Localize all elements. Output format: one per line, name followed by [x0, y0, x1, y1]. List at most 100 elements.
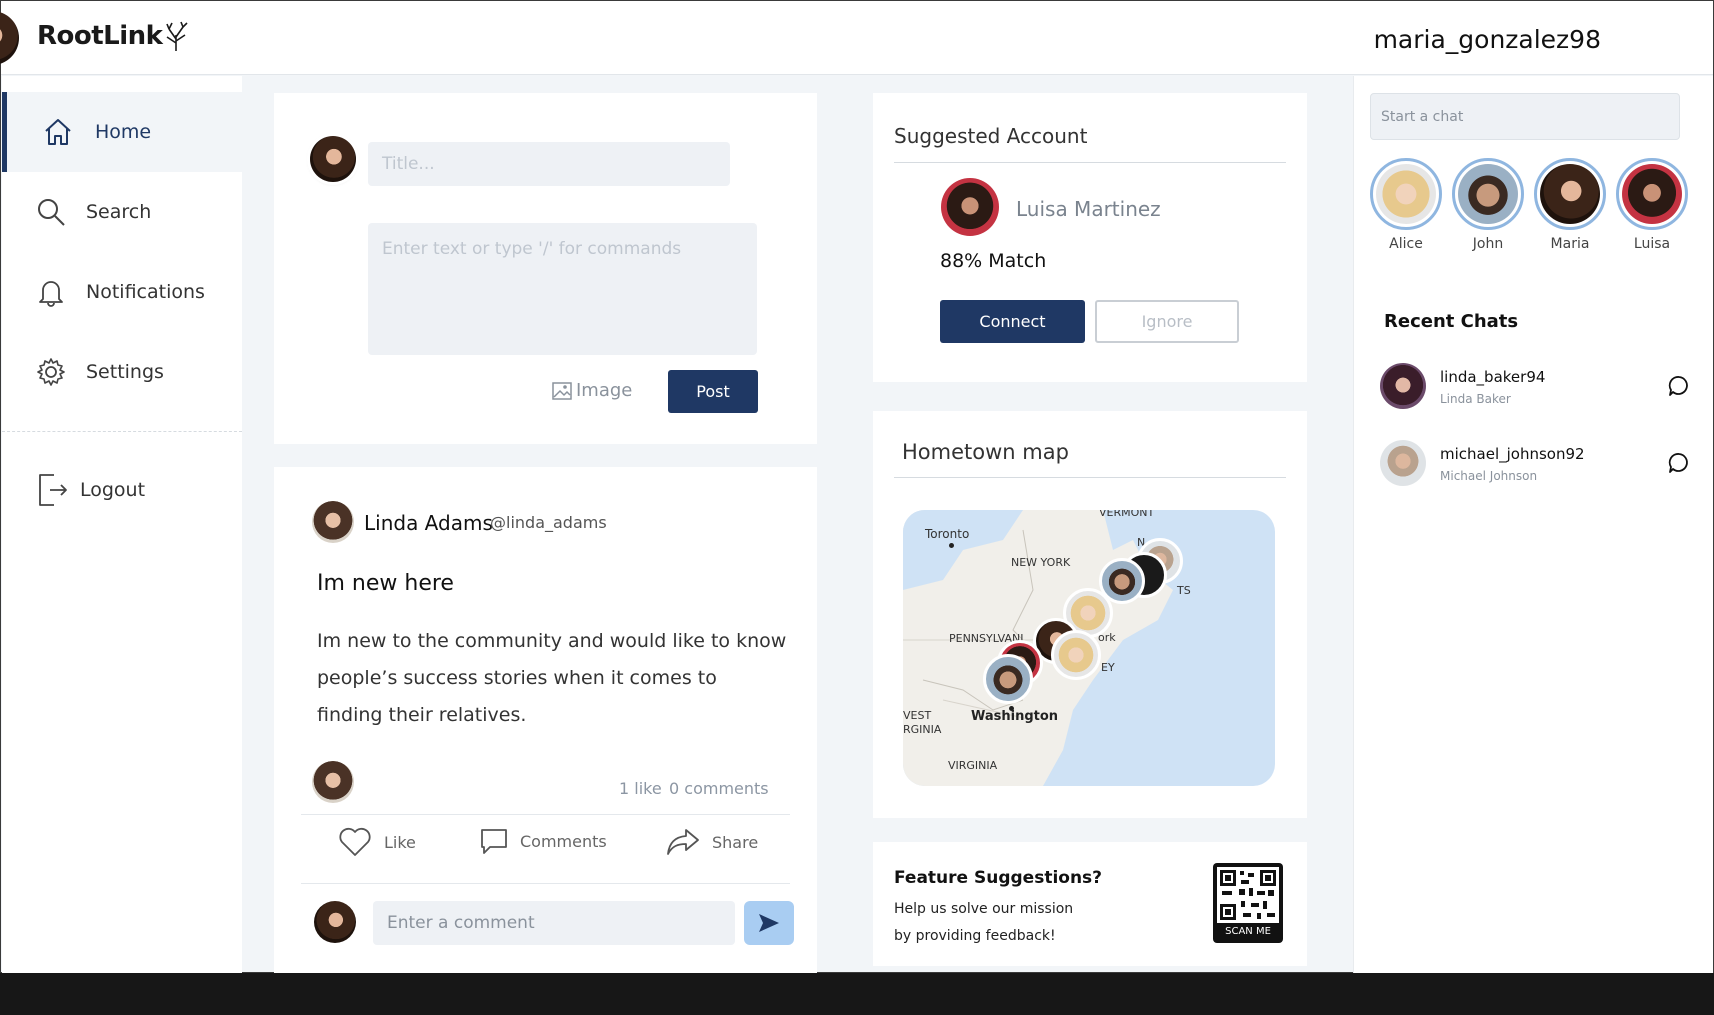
image-label: Image	[576, 380, 633, 401]
divider	[301, 883, 790, 884]
sidebar-item-settings[interactable]: Settings	[2, 332, 242, 412]
story-name: Alice	[1389, 236, 1423, 252]
map-user-pin[interactable]	[1051, 630, 1101, 680]
city-dot	[1009, 706, 1014, 711]
sidebar-item-label: Settings	[86, 361, 164, 383]
commenter-avatar	[314, 901, 356, 943]
post-body: Im new to the community and would like t…	[317, 630, 787, 726]
current-username[interactable]: maria_gonzalez98	[1374, 25, 1601, 54]
comment-input[interactable]: Enter a comment	[373, 901, 735, 945]
connect-button[interactable]: Connect	[940, 300, 1085, 343]
post-composer: Title... Enter text or type '/' for comm…	[274, 93, 817, 444]
sidebar-item-label: Notifications	[86, 281, 205, 303]
divider	[894, 477, 1286, 478]
image-icon	[552, 381, 572, 400]
feedback-card: Feature Suggestions? Help us solve our m…	[873, 842, 1307, 966]
story-john[interactable]: John	[1452, 158, 1524, 252]
story-ring	[1616, 158, 1688, 230]
start-chat-input[interactable]: Start a chat	[1370, 93, 1680, 140]
avatar	[1622, 164, 1682, 224]
story-alice[interactable]: Alice	[1370, 158, 1442, 252]
chat-row[interactable]: linda_baker94 Linda Baker	[1380, 363, 1690, 413]
divider	[301, 814, 790, 815]
comment-count[interactable]: 0 comments	[669, 779, 769, 798]
body-textarea[interactable]: Enter text or type '/' for commands	[368, 223, 757, 355]
sidebar-item-home[interactable]: Home	[2, 92, 242, 172]
map-user-pin[interactable]	[983, 654, 1033, 704]
comment-icon	[481, 829, 507, 854]
tree-icon	[166, 21, 189, 51]
top-header: RootLink maria_gonzalez98	[0, 1, 1713, 75]
heart-icon	[339, 827, 371, 856]
feedback-line2: by providing feedback!	[894, 928, 1056, 944]
share-button[interactable]: Share	[666, 827, 758, 857]
sidebar-divider	[2, 431, 242, 432]
map-label: VIRGINIA	[948, 759, 998, 772]
story-luisa[interactable]: Luisa	[1616, 158, 1688, 252]
add-image-button[interactable]: Image	[552, 380, 632, 401]
city-dot	[949, 543, 954, 548]
map-label: Toronto	[925, 527, 970, 541]
avatar	[1540, 164, 1600, 224]
ignore-button[interactable]: Ignore	[1095, 300, 1239, 343]
bell-icon	[39, 281, 63, 307]
author-avatar[interactable]	[312, 501, 354, 543]
send-icon	[759, 914, 779, 932]
map-title: Hometown map	[902, 440, 1069, 464]
bottom-bar	[0, 973, 1714, 1015]
map-label: VEST	[903, 709, 932, 722]
suggested-avatar[interactable]	[941, 178, 999, 236]
hometown-map-card: Hometown map Toronto VERMONT NEW YORK PE…	[873, 411, 1307, 818]
logout-label: Logout	[80, 479, 146, 501]
chat-bubble-icon[interactable]	[1668, 375, 1690, 397]
suggested-account-card: Suggested Account Luisa Martinez 88% Mat…	[873, 93, 1307, 382]
sidebar-item-search[interactable]: Search	[2, 172, 242, 252]
qr-code[interactable]: SCAN ME	[1213, 863, 1283, 943]
logout-icon	[39, 474, 67, 506]
story-ring	[1534, 158, 1606, 230]
qr-label: SCAN ME	[1225, 926, 1271, 937]
comments-label: Comments	[520, 831, 607, 851]
chat-avatar	[1380, 363, 1426, 409]
logout-button[interactable]: Logout	[2, 450, 242, 530]
post-handle[interactable]: @linda_adams	[490, 513, 607, 532]
gear-icon	[37, 358, 65, 386]
chat-panel: Start a chat Alice John Maria Luisa Rece…	[1353, 76, 1713, 974]
avatar	[1376, 164, 1436, 224]
liker-avatar	[312, 761, 354, 803]
post-author[interactable]: Linda Adams	[364, 511, 493, 535]
chat-bubble-icon[interactable]	[1668, 452, 1690, 474]
post-title: Im new here	[317, 571, 454, 596]
chat-fullname: Michael Johnson	[1440, 469, 1538, 483]
chat-username: michael_johnson92	[1440, 445, 1585, 463]
story-maria[interactable]: Maria	[1534, 158, 1606, 252]
like-label: Like	[384, 832, 416, 852]
sidebar-item-label: Search	[86, 201, 152, 223]
divider	[894, 162, 1286, 163]
chat-fullname: Linda Baker	[1440, 392, 1511, 406]
share-icon	[667, 829, 699, 855]
send-comment-button[interactable]	[744, 901, 794, 945]
suggested-name[interactable]: Luisa Martinez	[1016, 197, 1161, 221]
app-logo[interactable]: RootLink	[37, 21, 189, 51]
suggested-title: Suggested Account	[894, 124, 1088, 148]
map-label: RGINIA	[903, 723, 942, 736]
map-label: TS	[1177, 584, 1191, 597]
app-name: RootLink	[37, 21, 163, 51]
composer-avatar	[310, 136, 356, 182]
hometown-map[interactable]: Toronto VERMONT NEW YORK PENNSYLVANI ork…	[903, 510, 1275, 786]
like-button[interactable]: Like	[338, 827, 416, 857]
title-input[interactable]: Title...	[368, 142, 730, 186]
map-label: VERMONT	[1099, 510, 1155, 519]
sidebar-item-label: Home	[95, 121, 152, 143]
post-button[interactable]: Post	[668, 370, 758, 413]
like-count[interactable]: 1 like	[619, 779, 662, 798]
match-percentage: 88% Match	[940, 250, 1047, 272]
search-icon	[38, 199, 65, 226]
sidebar-item-notifications[interactable]: Notifications	[2, 252, 242, 332]
comments-button[interactable]: Comments	[480, 827, 607, 855]
chat-row[interactable]: michael_johnson92 Michael Johnson	[1380, 440, 1690, 490]
chat-username: linda_baker94	[1440, 368, 1546, 386]
user-avatar[interactable]	[0, 11, 19, 65]
share-label: Share	[712, 832, 759, 852]
